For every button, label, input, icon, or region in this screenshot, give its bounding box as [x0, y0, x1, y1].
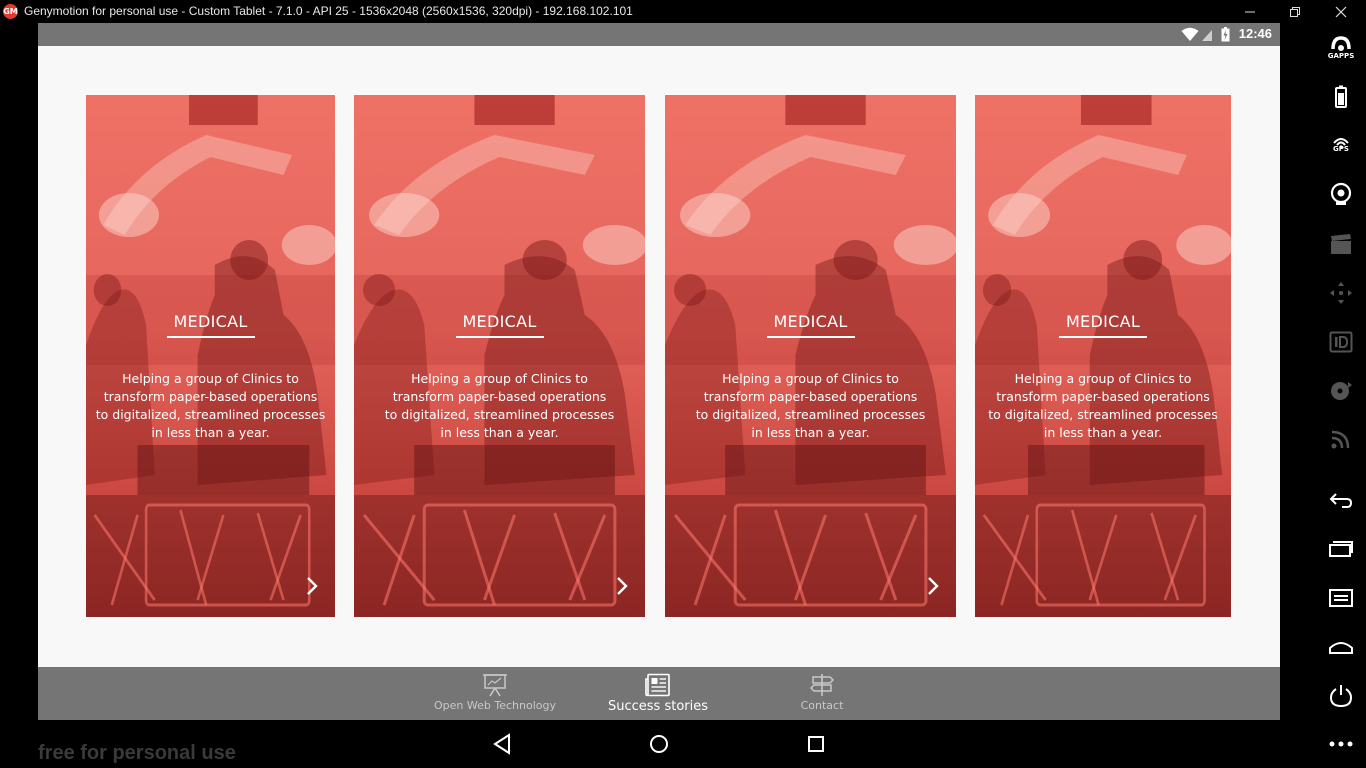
story-card-description-line: Helping a group of Clinics to: [411, 371, 588, 386]
dpad-icon[interactable]: [1328, 280, 1354, 306]
battery-charging-icon: [1221, 27, 1230, 42]
battery-icon[interactable]: [1328, 84, 1354, 110]
minimize-icon: [1245, 11, 1255, 13]
tab-success-stories[interactable]: Success stories: [598, 667, 718, 720]
story-card-photo: [665, 95, 956, 617]
tab-label-contact: Contact: [800, 699, 844, 712]
story-card-photo: [975, 95, 1231, 617]
story-card-description: Helping a group of Clinics to transform p…: [975, 370, 1231, 442]
presentation-icon: [483, 674, 507, 697]
app-tab-bar: Open Web Technology Success stories Cont…: [38, 667, 1280, 720]
story-card-title: MEDICAL: [173, 312, 248, 331]
cast-icon[interactable]: [1328, 426, 1354, 452]
newspaper-icon: [645, 673, 670, 697]
story-card-description: Helping a group of Clinics to transform p…: [86, 370, 335, 442]
chevron-right-icon[interactable]: [924, 575, 942, 597]
clapper-icon[interactable]: [1328, 231, 1354, 257]
story-card-description-line: Helping a group of Clinics to: [1014, 371, 1192, 386]
story-card-title: MEDICAL: [462, 312, 537, 331]
story-card-title-underline: [766, 336, 855, 338]
success-stories-content: MEDICAL Helping a group of Clinics to tran…: [38, 46, 1280, 667]
story-card-photo: [354, 95, 645, 617]
more-icon[interactable]: [1328, 735, 1354, 753]
status-clock: 12:46: [1238, 26, 1272, 41]
home-icon[interactable]: [1328, 634, 1354, 660]
story-card-description-line: transform paper-based operations: [996, 389, 1210, 404]
signpost-icon: [809, 674, 835, 696]
story-card-description-line: to digitalized, streamlined processes: [695, 407, 926, 422]
story-card[interactable]: MEDICAL Helping a group of Clinics to tran…: [975, 95, 1231, 617]
story-card-description-line: in less than a year.: [751, 425, 870, 440]
chevron-right-icon[interactable]: [613, 575, 631, 597]
story-card-title: MEDICAL: [773, 312, 848, 331]
close-icon: [1335, 6, 1347, 18]
gapps-label: GAPPS: [1327, 52, 1355, 60]
back-icon[interactable]: [1328, 487, 1354, 513]
nav-back-button[interactable]: [489, 730, 517, 758]
story-card-description-line: to digitalized, streamlined processes: [988, 407, 1218, 422]
story-card-description-line: to digitalized, streamlined processes: [95, 407, 326, 422]
story-card-title: MEDICAL: [1065, 312, 1141, 331]
story-card-description-line: transform paper-based operations: [103, 389, 318, 404]
power-icon[interactable]: [1328, 683, 1354, 709]
story-card-description-line: Helping a group of Clinics to: [722, 371, 899, 386]
story-card[interactable]: MEDICAL Helping a group of Clinics to tran…: [86, 95, 335, 617]
signal-icon: [1202, 30, 1212, 41]
tab-label-open-web-technology: Open Web Technology: [434, 699, 556, 712]
android-device-screen: 12:46 MEDICAL Helping a group of Clinics …: [38, 23, 1280, 768]
window-titlebar: GM Genymotion for personal use - Custom …: [0, 0, 1366, 23]
story-card-description-line: transform paper-based operations: [703, 389, 918, 404]
story-card-title-underline: [455, 336, 544, 338]
story-card-description-line: in less than a year.: [151, 425, 270, 440]
story-card-description-line: to digitalized, streamlined processes: [384, 407, 615, 422]
nav-home-button[interactable]: [645, 730, 673, 758]
restore-icon: [1290, 7, 1300, 17]
id-icon[interactable]: [1328, 329, 1354, 355]
story-card-description-line: Helping a group of Clinics to: [122, 371, 299, 386]
close-window-button[interactable]: [1318, 0, 1364, 23]
status-bar: 12:46: [38, 23, 1280, 46]
tab-contact[interactable]: Contact: [772, 667, 872, 720]
chevron-right-icon[interactable]: [303, 575, 321, 597]
nav-recents-button[interactable]: [802, 730, 830, 758]
minimize-button[interactable]: [1227, 0, 1273, 23]
window-title: Genymotion for personal use - Custom Tab…: [24, 4, 633, 18]
story-card-title-underline: [1059, 336, 1147, 338]
story-card-description-line: in less than a year.: [1043, 425, 1163, 440]
story-card-title-underline: [166, 336, 255, 338]
story-card-description: Helping a group of Clinics to transform p…: [665, 370, 956, 442]
webcam-icon[interactable]: [1328, 181, 1354, 207]
tab-label-success-stories: Success stories: [607, 699, 708, 714]
genymotion-sidebar: GAPPS GPS: [1316, 23, 1366, 768]
restore-button[interactable]: [1272, 0, 1318, 23]
genymotion-logo-icon: GM: [3, 4, 18, 19]
menu-icon[interactable]: [1328, 585, 1354, 611]
gps-label: GPS: [1333, 145, 1349, 153]
recents-icon[interactable]: [1328, 536, 1354, 562]
wifi-icon: [1181, 27, 1199, 41]
story-card-description: Helping a group of Clinics to transform p…: [354, 370, 645, 442]
story-card[interactable]: MEDICAL Helping a group of Clinics to tran…: [665, 95, 956, 617]
tab-open-web-technology[interactable]: Open Web Technology: [426, 667, 564, 720]
story-card-description-line: in less than a year.: [440, 425, 559, 440]
story-card-photo: [86, 95, 335, 617]
disk-icon[interactable]: [1328, 378, 1354, 404]
watermark: free for personal use: [38, 742, 236, 764]
story-card[interactable]: MEDICAL Helping a group of Clinics to tran…: [354, 95, 645, 617]
story-card-description-line: transform paper-based operations: [392, 389, 607, 404]
